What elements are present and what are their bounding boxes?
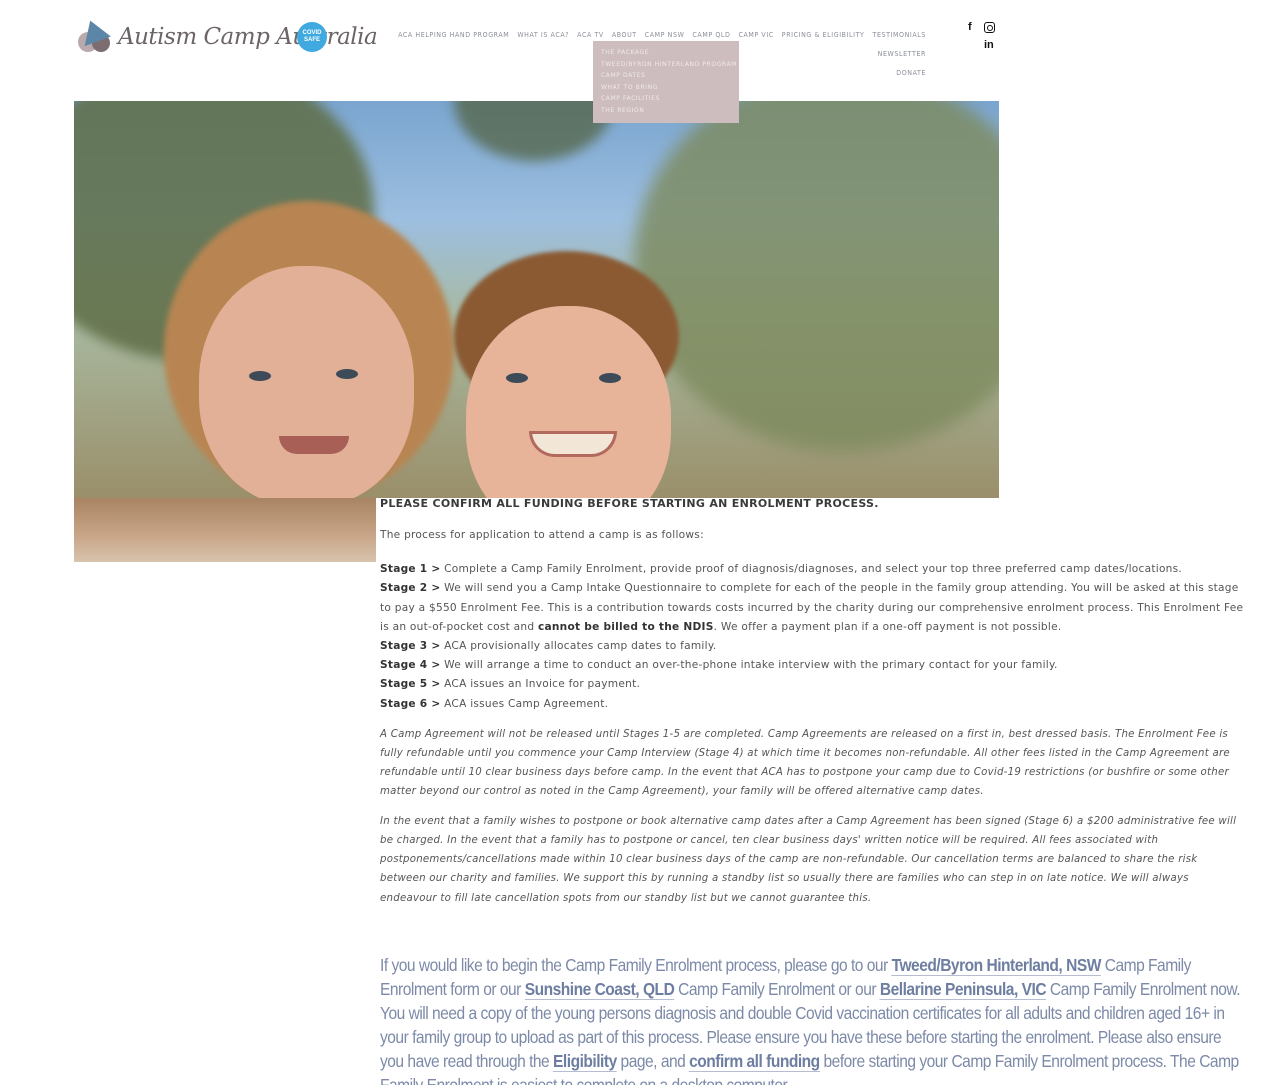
- stage-4: Stage 4 > We will arrange a time to cond…: [380, 656, 1246, 675]
- link-eligibility[interactable]: Eligibility: [553, 1050, 617, 1072]
- link-bellarine-peninsula-vic[interactable]: Bellarine Peninsula, VIC: [879, 978, 1047, 1000]
- stage-label: Stage 5 >: [380, 678, 441, 691]
- stage-text: ACA provisionally allocates camp dates t…: [440, 640, 717, 653]
- hero-photo: [74, 101, 999, 498]
- dropdown-item-camp-facilities[interactable]: Camp Facilities: [601, 93, 731, 105]
- nav-pricing-eligibility[interactable]: Pricing & Eligibility: [782, 28, 865, 43]
- stage-text: ACA issues Camp Agreement.: [440, 697, 609, 710]
- process-intro: The process for application to attend a …: [380, 529, 704, 541]
- stage-text: ACA issues an Invoice for payment.: [440, 678, 641, 691]
- stages-list: Stage 1 > Complete a Camp Family Enrolme…: [380, 560, 1246, 714]
- enrolment-content: PLEASE CONFIRM ALL FUNDING BEFORE STARTI…: [380, 496, 1246, 1085]
- dropdown-item-tweed-byron-program[interactable]: Tweed/Byron Hinterland Program: [601, 59, 736, 71]
- linkedin-icon[interactable]: in: [984, 39, 994, 51]
- logo-text: Autism Camp Australia: [118, 24, 378, 50]
- link-confirm-funding[interactable]: confirm all funding: [689, 1050, 820, 1072]
- stage-text: We will arrange a time to conduct an ove…: [440, 659, 1058, 672]
- stage-1: Stage 1 > Complete a Camp Family Enrolme…: [380, 560, 1246, 579]
- camp-agreement-note: A Camp Agreement will not be released un…: [380, 728, 1230, 798]
- site-logo[interactable]: Autism Camp Australia: [77, 15, 378, 54]
- stage-label: Stage 4 >: [380, 659, 441, 672]
- stage-label: Stage 2 >: [380, 582, 441, 595]
- hero-photo-overflow: [74, 498, 376, 562]
- funding-warning: PLEASE CONFIRM ALL FUNDING BEFORE STARTI…: [380, 497, 879, 510]
- stage-2: Stage 2 > We will send you a Camp Intake…: [380, 579, 1246, 637]
- postponement-note: In the event that a family wishes to pos…: [380, 816, 1237, 904]
- stage-text-after: . We offer a payment plan if a one-off p…: [713, 620, 1062, 633]
- camp-nsw-dropdown: The Package Tweed/Byron Hinterland Progr…: [593, 41, 739, 123]
- link-tweed-byron-nsw[interactable]: Tweed/Byron Hinterland, NSW: [891, 954, 1101, 976]
- dropdown-item-what-to-bring[interactable]: What to Bring: [601, 82, 731, 94]
- covid-safe-badge[interactable]: COVID SAFE: [297, 22, 327, 52]
- stage-label: Stage 6 >: [380, 697, 441, 710]
- stage-6: Stage 6 > ACA issues Camp Agreement.: [380, 695, 1246, 714]
- stage-3: Stage 3 > ACA provisionally allocates ca…: [380, 637, 1246, 656]
- dropdown-item-the-package[interactable]: The Package: [601, 47, 731, 59]
- cta-text: If you would like to begin the Camp Fami…: [380, 954, 892, 975]
- nav-testimonials[interactable]: Testimonials: [873, 28, 927, 43]
- nav-helping-hand[interactable]: ACA Helping Hand Program: [398, 28, 509, 43]
- ndis-warning: cannot be billed to the NDIS: [537, 620, 714, 633]
- instagram-icon[interactable]: [984, 22, 995, 33]
- nav-newsletter[interactable]: Newsletter: [878, 47, 926, 62]
- cta-text: Camp Family Enrolment or our: [674, 978, 880, 999]
- facebook-icon[interactable]: f: [968, 21, 972, 33]
- enrolment-call-to-action: If you would like to begin the Camp Fami…: [380, 953, 1246, 1085]
- nav-camp-vic[interactable]: Camp VIC: [738, 28, 773, 43]
- stage-label: Stage 1 >: [380, 563, 441, 576]
- cta-text: page, and: [616, 1050, 690, 1071]
- logo-mark-icon: [77, 15, 112, 54]
- nav-what-is-aca[interactable]: What is ACA?: [517, 28, 569, 43]
- stage-label: Stage 3 >: [380, 640, 441, 653]
- stage-5: Stage 5 > ACA issues an Invoice for paym…: [380, 675, 1246, 694]
- social-links: f in: [964, 20, 996, 56]
- dropdown-item-the-region[interactable]: The Region: [601, 105, 731, 117]
- link-sunshine-coast-qld[interactable]: Sunshine Coast, QLD: [524, 978, 675, 1000]
- dropdown-item-camp-dates[interactable]: Camp Dates: [601, 70, 731, 82]
- stage-text: Complete a Camp Family Enrolment, provid…: [440, 563, 1183, 576]
- nav-donate[interactable]: Donate: [896, 66, 926, 81]
